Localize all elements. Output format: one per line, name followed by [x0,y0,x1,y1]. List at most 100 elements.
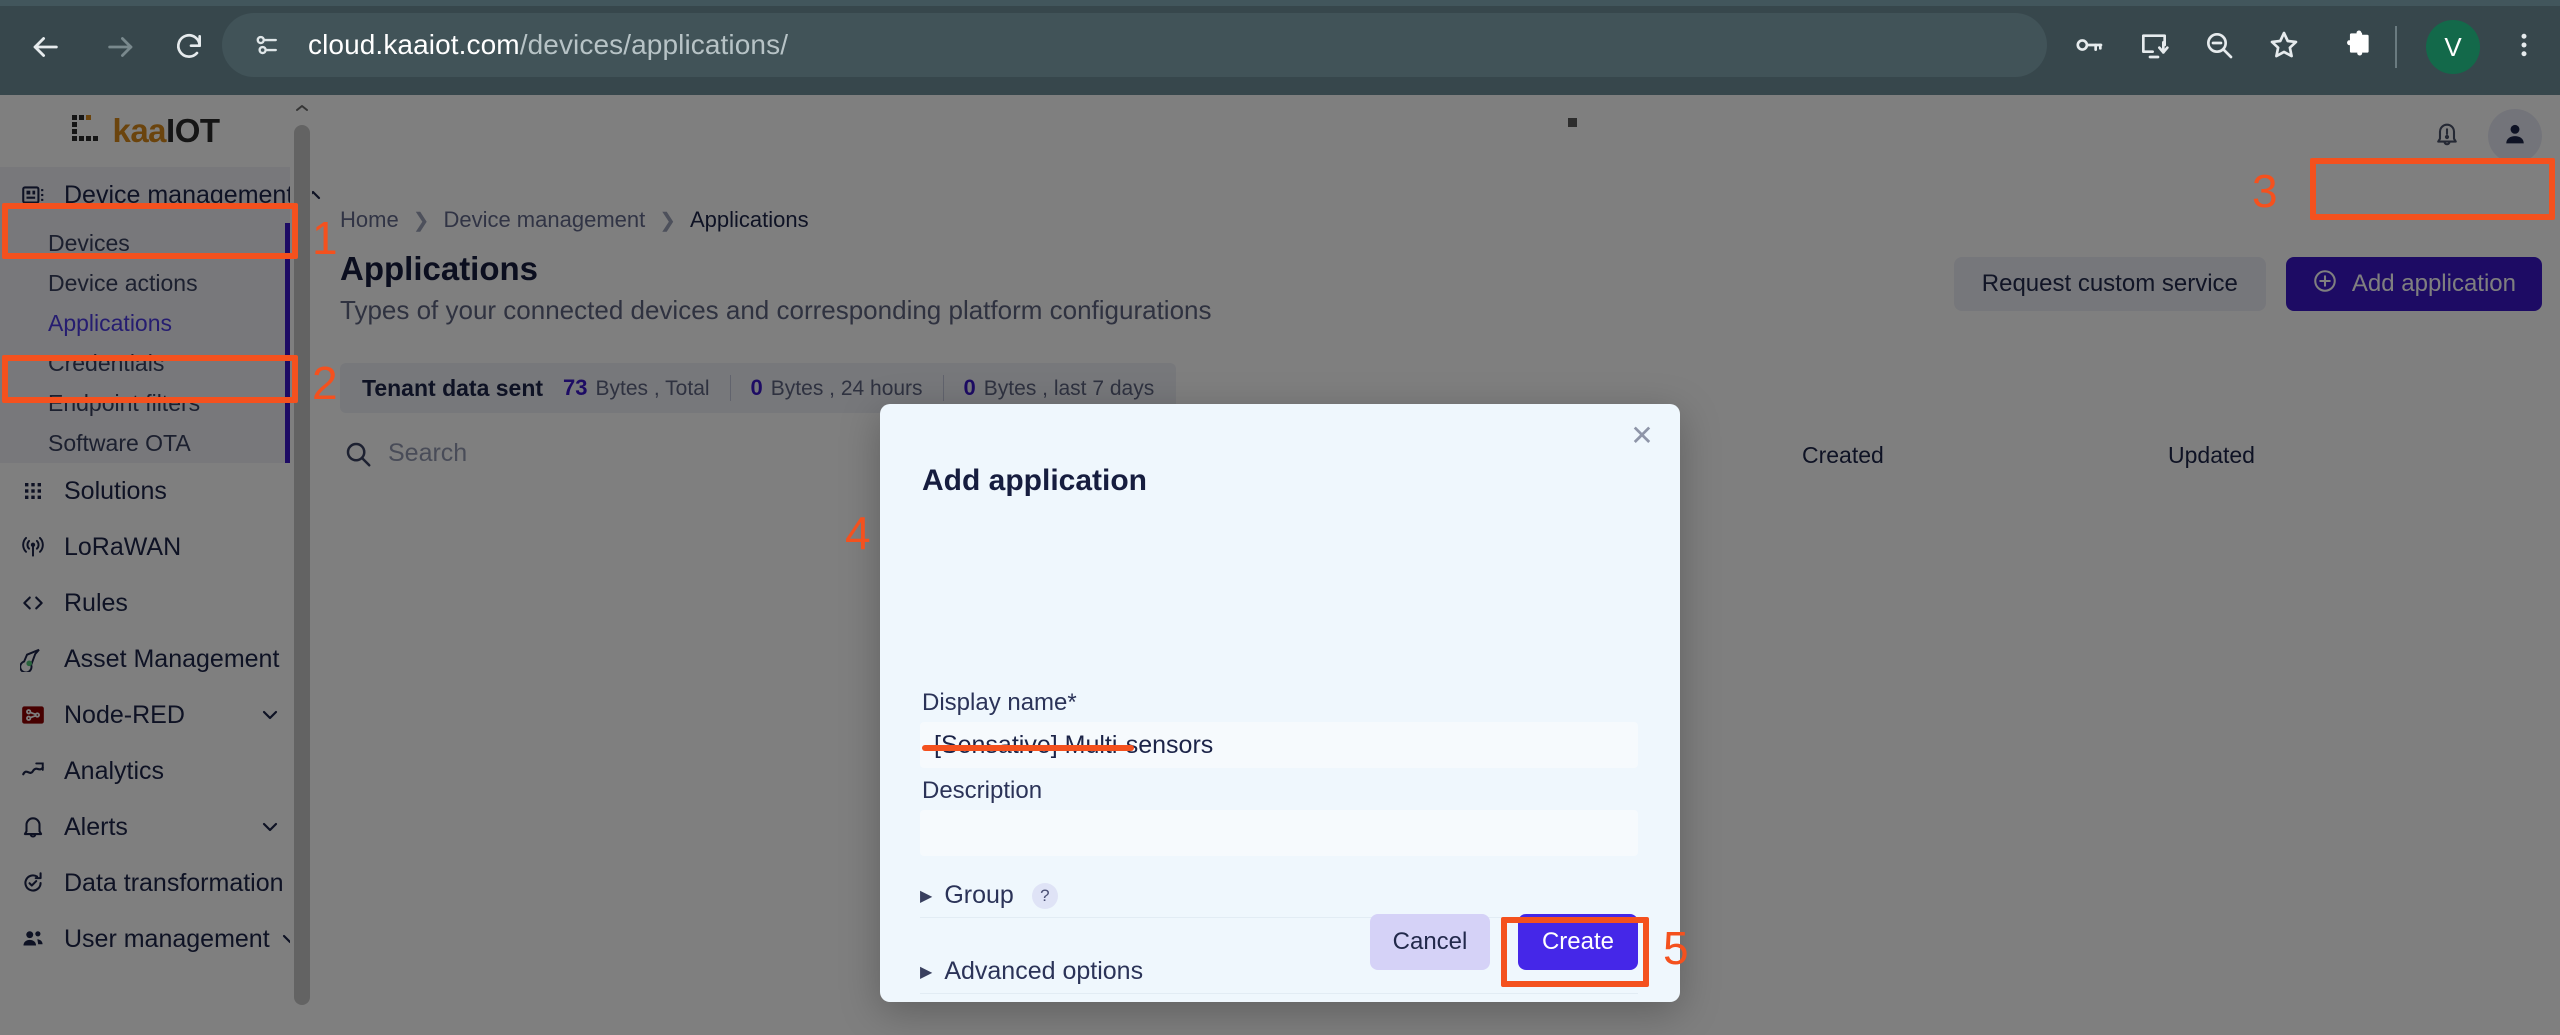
account-button[interactable] [2488,109,2542,163]
sub-item-label: Credentials [48,350,164,377]
sidebar-nav: Device management Devices Device actions… [0,167,290,967]
tenant-stat-value: 0 [964,375,976,401]
sidebar-item-analytics[interactable]: Analytics [0,743,290,799]
request-custom-service-button[interactable]: Request custom service [1954,257,2266,311]
site-settings-icon[interactable] [250,28,284,62]
sidebar-item-label: User management [64,925,270,954]
sub-item-label: Devices [48,230,130,257]
sidebar-item-credentials[interactable]: Credentials [0,343,290,383]
forward-button[interactable] [92,18,150,76]
three-dot-menu-icon [2509,30,2539,65]
breadcrumb-separator-icon: ❯ [659,208,676,233]
account-person-icon [2501,120,2529,153]
cancel-button[interactable]: Cancel [1370,914,1490,970]
page-title: Applications [340,250,538,288]
zoom-out-icon [2203,29,2235,66]
column-header-updated[interactable]: Updated [2168,442,2255,469]
back-button[interactable] [16,18,74,76]
address-bar[interactable]: cloud.kaaiot.com/devices/applications/ [222,13,2047,77]
page-subtitle: Types of your connected devices and corr… [340,295,1212,326]
logo-text: kaaIOT [112,114,219,147]
display-name-focus-underline [922,745,1134,751]
add-application-label: Add application [2352,270,2516,298]
url-text: cloud.kaaiot.com/devices/applications/ [308,29,788,61]
bookmark-button[interactable] [2255,18,2313,76]
reload-icon [173,31,205,63]
sidebar-item-user-management[interactable]: User management [0,911,290,967]
extensions-button[interactable] [2330,18,2388,76]
tenant-stat-7d: 0 Bytes , last 7 days [964,375,1155,401]
extensions-puzzle-icon [2342,28,2376,67]
sidebar-item-label: Data transformation [64,869,284,898]
description-input[interactable] [920,810,1638,856]
forward-arrow-icon [104,30,138,64]
sidebar-item-label: Alerts [64,813,250,842]
sidebar-item-endpoint-filters[interactable]: Endpoint filters [0,383,290,423]
install-app-button[interactable] [2125,18,2183,76]
sidebar-item-rules[interactable]: Rules [0,575,290,631]
kaa-pixel-logo-icon [70,113,112,147]
install-app-icon [2138,29,2170,66]
sidebar-item-lorawan[interactable]: LoRaWAN [0,519,290,575]
sidebar-item-asset-management[interactable]: Asset Management [0,631,290,687]
sidebar-item-applications[interactable]: Applications [0,303,290,343]
sidebar-item-node-red[interactable]: Node-RED [0,687,290,743]
tenant-stat-unit: Bytes , Total [596,377,710,401]
sidebar-item-device-management[interactable]: Device management [0,167,290,223]
sidebar-item-label: Solutions [64,477,250,506]
add-application-button[interactable]: Add application [2286,257,2542,311]
toolbar-divider [2395,26,2397,68]
device-management-submenu: Devices Device actions Applications Cred… [0,223,290,463]
notifications-button[interactable] [2420,109,2474,163]
bell-icon [16,814,50,840]
antenna-signal-icon [16,534,50,560]
group-collapse-row[interactable]: ▶ Group ? [920,874,1638,918]
sidebar-item-label: Rules [64,589,250,618]
users-icon [16,926,50,952]
column-header-created[interactable]: Created [1802,442,1884,469]
add-application-dialog: ✕ Add application Display name* Descript… [880,404,1680,1002]
sidebar-item-software-ota[interactable]: Software OTA [0,423,290,463]
profile-avatar[interactable]: V [2426,20,2480,74]
sidebar-item-solutions[interactable]: Solutions [0,463,290,519]
breadcrumb: Home ❯ Device management ❯ Applications [340,207,809,233]
zoom-button[interactable] [2190,18,2248,76]
dialog-footer: Cancel Create [880,914,1680,970]
tenant-data-label: Tenant data sent [362,375,543,402]
profile-initial: V [2444,32,2461,63]
mouse-cursor-artifact [1568,118,1577,127]
sidebar-scrollbar-thumb[interactable] [294,125,310,1005]
bell-icon [2433,120,2461,153]
sidebar-item-devices[interactable]: Devices [0,223,290,263]
scroll-up-arrow-icon[interactable] [294,99,310,117]
breadcrumb-device-management[interactable]: Device management [443,207,645,233]
description-label: Description [922,777,1042,805]
sidebar-item-label: Asset Management [64,645,279,674]
node-red-icon [16,702,50,728]
sub-item-label: Device actions [48,270,198,297]
chevron-down-icon[interactable] [250,815,290,839]
sidebar-item-label: Node-RED [64,701,250,730]
tenant-stat-unit: Bytes , last 7 days [984,377,1154,401]
tenant-stat-unit: Bytes , 24 hours [771,377,923,401]
chevron-down-icon[interactable] [250,703,290,727]
sidebar-item-alerts[interactable]: Alerts [0,799,290,855]
sidebar-item-data-transformation[interactable]: Data transformation [0,855,290,911]
browser-menu-button[interactable] [2495,18,2553,76]
group-label: Group [944,881,1013,910]
help-question-icon[interactable]: ? [1032,883,1058,909]
sidebar-item-device-actions[interactable]: Device actions [0,263,290,303]
divider [943,375,944,401]
password-manager-button[interactable] [2060,18,2118,76]
close-icon[interactable]: ✕ [1622,416,1662,456]
app-logo[interactable]: kaaIOT [0,95,290,165]
dialog-title: Add application [922,464,1147,498]
breadcrumb-separator-icon: ❯ [413,208,430,233]
create-button[interactable]: Create [1518,914,1638,970]
reload-button[interactable] [160,18,218,76]
code-brackets-icon [16,590,50,616]
sub-item-label: Endpoint filters [48,390,200,417]
breadcrumb-home[interactable]: Home [340,207,399,233]
back-arrow-icon [28,30,62,64]
refresh-check-icon [16,870,50,896]
